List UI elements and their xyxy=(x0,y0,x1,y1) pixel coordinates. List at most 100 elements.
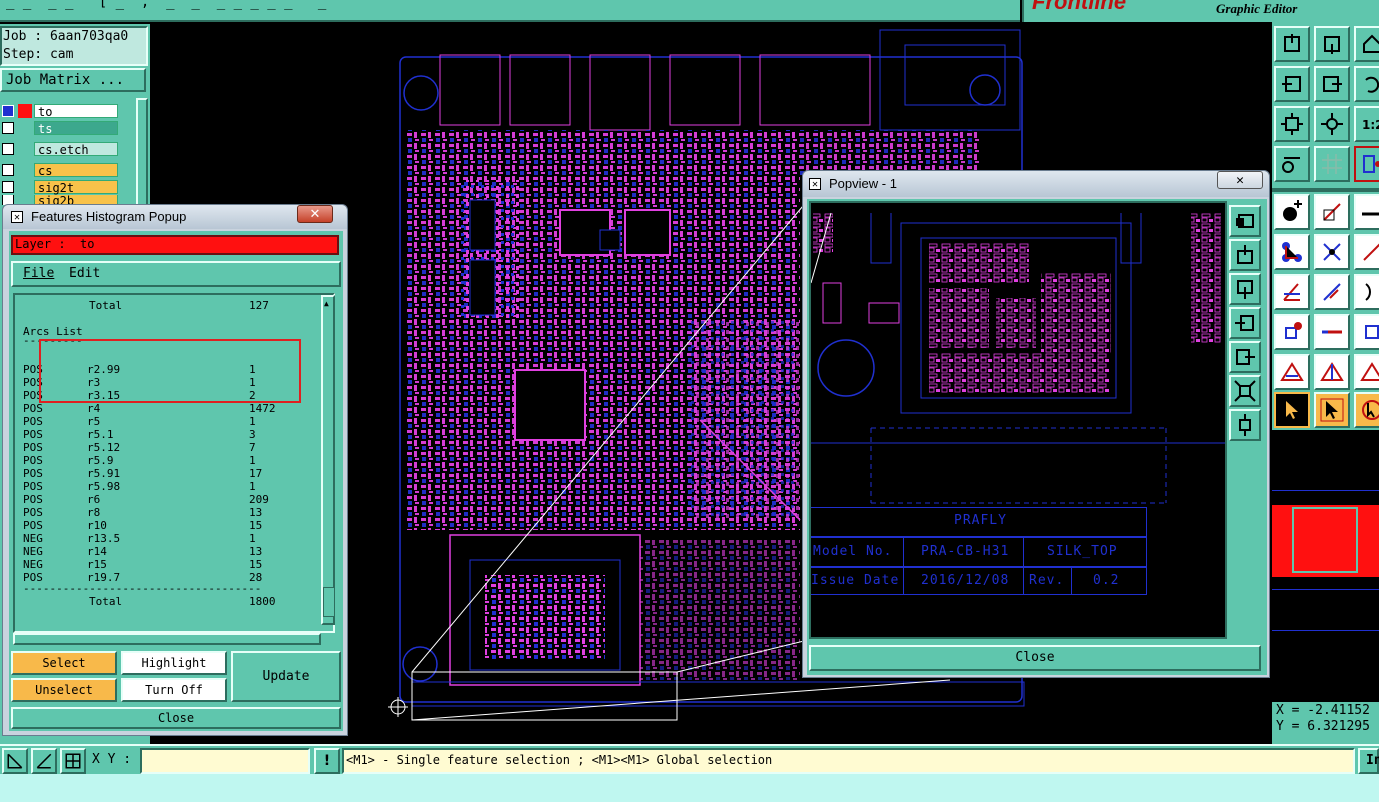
select-rotate-icon[interactable] xyxy=(1354,392,1379,428)
popview-canvas[interactable]: PRAFLY Model No. PRA-CB-H31 SILK_TOP Iss… xyxy=(809,201,1227,639)
pan-left-icon[interactable] xyxy=(1229,307,1261,339)
histogram-row-sym[interactable]: r15 xyxy=(87,558,107,571)
add-pad-icon[interactable] xyxy=(1274,194,1310,230)
menu-edit[interactable]: Edit xyxy=(69,266,100,281)
layer-row[interactable]: cs.etch xyxy=(2,141,118,157)
arc-icon[interactable] xyxy=(1354,274,1379,310)
layer-row[interactable]: ts xyxy=(2,120,118,136)
histogram-row-count[interactable]: 1 xyxy=(249,454,256,467)
zoom-center-icon[interactable] xyxy=(1229,409,1261,441)
zoom-down-icon[interactable] xyxy=(1314,26,1350,62)
select-pointer-icon[interactable] xyxy=(1274,392,1310,428)
histogram-row-count[interactable]: 17 xyxy=(249,467,262,480)
pan-right-icon[interactable] xyxy=(1314,66,1350,102)
ruler-icon[interactable] xyxy=(1354,194,1379,230)
overview-map[interactable] xyxy=(1272,430,1379,702)
measure-icon[interactable] xyxy=(1274,146,1310,182)
histogram-row-sym[interactable]: r5.91 xyxy=(87,467,120,480)
zoom-center-icon[interactable] xyxy=(1314,106,1350,142)
histogram-row-sym[interactable]: r5.1 xyxy=(87,428,114,441)
layer-checkbox[interactable] xyxy=(2,142,14,155)
layer-checkbox[interactable] xyxy=(2,180,14,193)
triangle-split-icon[interactable] xyxy=(1314,354,1350,390)
layer-row[interactable]: sig2t xyxy=(2,179,118,195)
xy-input[interactable] xyxy=(140,748,310,774)
input-mode-button[interactable]: In xyxy=(1358,748,1379,774)
grid-mode-icon[interactable] xyxy=(60,748,86,774)
unselect-button[interactable]: Unselect xyxy=(11,678,117,702)
histogram-row-sym[interactable]: r8 xyxy=(87,506,100,519)
scale-icon[interactable]: 1:2 xyxy=(1354,106,1379,142)
histogram-row-count[interactable]: 1 xyxy=(249,532,256,545)
overview-viewport[interactable] xyxy=(1292,507,1358,573)
histogram-row-pol[interactable]: NEG xyxy=(23,558,43,571)
layer-list-scrollbar[interactable] xyxy=(136,98,148,208)
histogram-row-count[interactable]: 7 xyxy=(249,441,256,454)
triangle-icon[interactable] xyxy=(1274,354,1310,390)
select-move-icon[interactable] xyxy=(1314,392,1350,428)
histogram-vscroll[interactable]: ▲ xyxy=(321,295,335,625)
delete-cross-icon[interactable] xyxy=(1314,234,1350,270)
histogram-row-count[interactable]: 3 xyxy=(249,428,256,441)
job-matrix-button[interactable]: Job Matrix ... xyxy=(0,68,146,92)
histogram-row-sym[interactable]: r13.5 xyxy=(87,532,120,545)
menu-file[interactable]: File xyxy=(23,266,54,281)
histogram-row-pol[interactable]: NEG xyxy=(23,532,43,545)
pan-right-icon[interactable] xyxy=(1229,341,1261,373)
histogram-row-pol[interactable]: POS xyxy=(23,402,43,415)
histogram-list[interactable]: Total 127 Arcs List --------- POS r2.99 1 P… xyxy=(13,293,335,633)
draw-angle-icon[interactable] xyxy=(1274,274,1310,310)
grid-icon[interactable] xyxy=(1314,146,1350,182)
route-icon[interactable] xyxy=(1354,234,1379,270)
layer-row[interactable]: cs xyxy=(2,162,118,178)
histogram-row-pol[interactable]: POS xyxy=(23,454,43,467)
cursor-mode-icon[interactable] xyxy=(2,748,28,774)
connect-pads-icon[interactable] xyxy=(1274,234,1310,270)
draw-slash-icon[interactable] xyxy=(1314,274,1350,310)
alert-icon[interactable]: ! xyxy=(314,748,340,774)
close-icon[interactable]: ✕ xyxy=(297,205,333,223)
zoom-fit-icon[interactable] xyxy=(1274,106,1310,142)
histogram-row-sym[interactable]: r4 xyxy=(87,402,100,415)
histogram-row-sym[interactable]: r5.9 xyxy=(87,454,114,467)
layer-checkbox[interactable] xyxy=(2,163,14,176)
histogram-row-sym[interactable]: r6 xyxy=(87,493,100,506)
histogram-row-pol[interactable]: POS xyxy=(23,480,43,493)
histogram-row-pol[interactable]: POS xyxy=(23,415,43,428)
layer-checkbox[interactable] xyxy=(2,104,14,117)
layer-row[interactable]: to xyxy=(2,103,118,119)
zoom-fit-icon[interactable] xyxy=(1229,375,1261,407)
zoom-home-icon[interactable] xyxy=(1274,26,1310,62)
zoom-down-icon[interactable] xyxy=(1229,273,1261,305)
histogram-row-sym[interactable]: r10 xyxy=(87,519,107,532)
histogram-row-sym[interactable]: r14 xyxy=(87,545,107,558)
histogram-row-pol[interactable]: POS xyxy=(23,441,43,454)
pad-select-icon[interactable] xyxy=(1274,314,1310,350)
pan-left-icon[interactable] xyxy=(1274,66,1310,102)
histogram-close-button[interactable]: Close xyxy=(11,707,341,729)
histogram-row-count[interactable]: 1472 xyxy=(249,402,276,415)
histogram-row-count[interactable]: 209 xyxy=(249,493,269,506)
histogram-row-count[interactable]: 1 xyxy=(249,480,256,493)
add-line-icon[interactable] xyxy=(1314,194,1350,230)
triangle-alt-icon[interactable] xyxy=(1354,354,1379,390)
home-icon[interactable] xyxy=(1354,26,1379,62)
histogram-row-count[interactable]: 1 xyxy=(249,415,256,428)
histogram-row-pol[interactable]: POS xyxy=(23,428,43,441)
angle-mode-icon[interactable] xyxy=(31,748,57,774)
histogram-row-count[interactable]: 15 xyxy=(249,519,262,532)
select-button[interactable]: Select xyxy=(11,651,117,675)
histogram-titlebar[interactable]: ✕ Features Histogram Popup ✕ xyxy=(3,205,347,229)
snap-icon[interactable] xyxy=(1354,146,1379,182)
histogram-row-count[interactable]: 13 xyxy=(249,506,262,519)
line-select-icon[interactable] xyxy=(1314,314,1350,350)
histogram-row-sym[interactable]: r5 xyxy=(87,415,100,428)
highlight-button[interactable]: Highlight xyxy=(121,651,227,675)
histogram-row-sym[interactable]: r5.98 xyxy=(87,480,120,493)
histogram-row-pol[interactable]: POS xyxy=(23,467,43,480)
histogram-row-sym[interactable]: r5.12 xyxy=(87,441,120,454)
turn-off-button[interactable]: Turn Off xyxy=(121,678,227,702)
histogram-hscroll[interactable] xyxy=(13,633,321,645)
histogram-row-pol[interactable]: POS xyxy=(23,493,43,506)
close-icon[interactable]: ✕ xyxy=(1217,171,1263,189)
